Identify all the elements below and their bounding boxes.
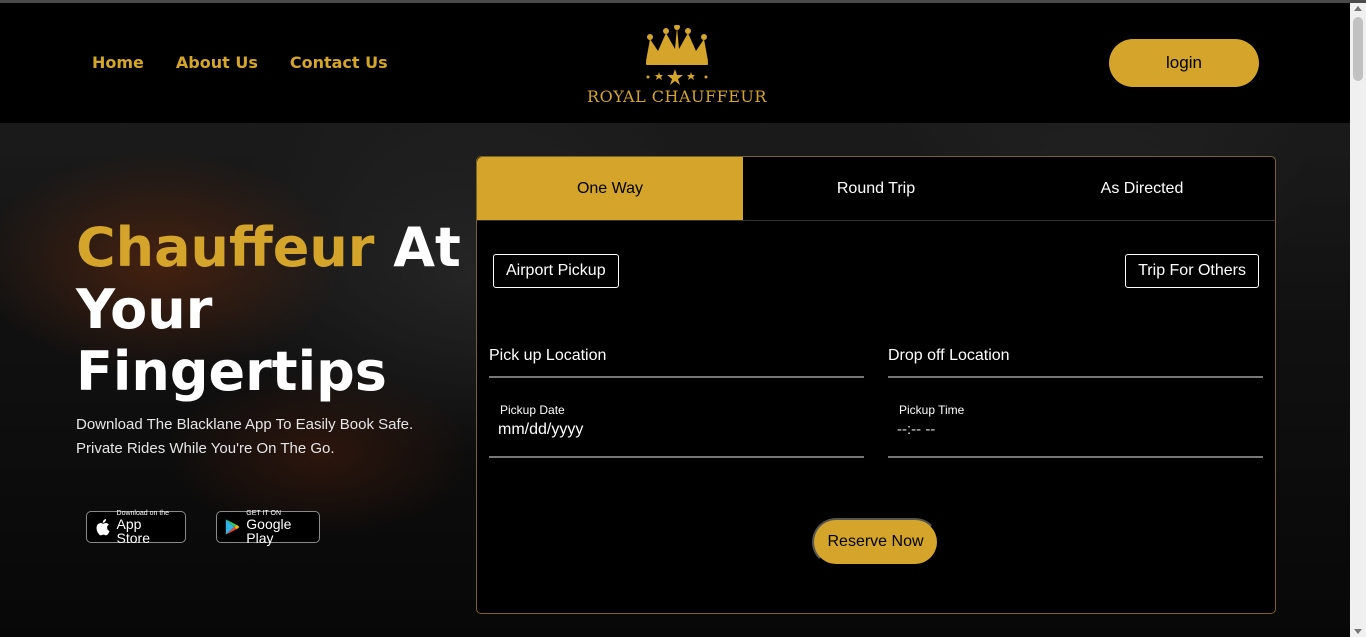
- google-play-badge[interactable]: GET IT ON Google Play: [216, 510, 320, 546]
- pickup-time-field[interactable]: Pickup Time --:-- --: [888, 403, 1263, 458]
- airport-pickup-button[interactable]: Airport Pickup: [493, 254, 619, 288]
- crown-icon: [646, 24, 708, 85]
- booking-panel: One Way Round Trip As Directed Airport P…: [476, 156, 1276, 614]
- main-nav: Home About Us Contact Us: [92, 53, 388, 72]
- pickup-date-label: Pickup Date: [500, 403, 565, 417]
- app-store-big-text: App Store: [116, 515, 150, 546]
- scroll-down-arrow-icon[interactable]: [1354, 629, 1362, 634]
- trip-for-others-button[interactable]: Trip For Others: [1125, 254, 1259, 288]
- pickup-time-label: Pickup Time: [899, 403, 965, 417]
- pickup-date-field[interactable]: Pickup Date mm/dd/yyyy: [489, 403, 864, 458]
- reserve-now-button[interactable]: Reserve Now: [812, 518, 939, 566]
- dropoff-location-label: Drop off Location: [888, 347, 1010, 364]
- headline-gold-word: Chauffeur: [76, 216, 375, 279]
- nav-home-link[interactable]: Home: [92, 53, 144, 72]
- page-scrollbar[interactable]: [1350, 3, 1366, 637]
- google-play-icon: [225, 519, 240, 535]
- tab-one-way[interactable]: One Way: [477, 157, 743, 220]
- pickup-time-value: --:-- --: [897, 421, 936, 438]
- scrollbar-thumb[interactable]: [1353, 17, 1363, 81]
- pickup-date-value: mm/dd/yyyy: [498, 421, 584, 438]
- hero-section: Chauffeur At Your Fingertips Download Th…: [0, 123, 1350, 637]
- pickup-location-field[interactable]: Pick up Location: [489, 347, 864, 378]
- site-logo[interactable]: ROYAL CHAUFFEUR: [584, 24, 770, 113]
- hero-headline: Chauffeur At Your Fingertips: [76, 217, 466, 403]
- tab-as-directed[interactable]: As Directed: [1009, 157, 1275, 220]
- scroll-up-arrow-icon[interactable]: [1354, 6, 1362, 11]
- nav-about-link[interactable]: About Us: [176, 53, 258, 72]
- logo-text: ROYAL CHAUFFEUR: [587, 87, 767, 106]
- login-button[interactable]: login: [1109, 39, 1259, 87]
- site-header: Home About Us Contact Us ROYAL CHAUFFEUR…: [0, 3, 1350, 123]
- pickup-location-label: Pick up Location: [489, 347, 607, 364]
- trip-type-tabs: One Way Round Trip As Directed: [477, 157, 1275, 221]
- nav-contact-link[interactable]: Contact Us: [290, 53, 388, 72]
- apple-icon: [96, 518, 110, 536]
- google-play-big-text: Google Play: [246, 515, 292, 546]
- tab-round-trip[interactable]: Round Trip: [743, 157, 1009, 220]
- hero-subtext: Download The Blacklane App To Easily Boo…: [76, 416, 414, 457]
- dropoff-location-field[interactable]: Drop off Location: [888, 347, 1263, 378]
- app-store-badge[interactable]: Download on the App Store: [86, 510, 186, 546]
